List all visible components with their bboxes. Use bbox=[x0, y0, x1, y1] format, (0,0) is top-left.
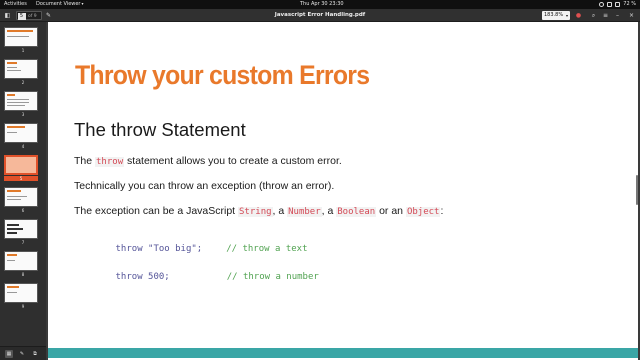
activities-button[interactable]: Activities bbox=[4, 1, 27, 7]
text: , a bbox=[272, 205, 288, 217]
thumbnail-label: 1 bbox=[21, 48, 25, 53]
inline-code: String bbox=[238, 207, 273, 217]
thumbnail-label: 3 bbox=[21, 112, 25, 117]
thumbnail-line bbox=[7, 228, 23, 230]
app-menu-label: Document Viewer bbox=[36, 1, 81, 7]
slide-subtitle: The throw Statement bbox=[74, 119, 246, 140]
text: or an bbox=[376, 205, 406, 217]
thumbnail-line bbox=[7, 105, 25, 106]
text: , a bbox=[321, 205, 337, 217]
system-top-bar: Activities Document Viewer▾ Thu Apr 30 2… bbox=[0, 0, 640, 9]
thumbnail-page-5[interactable] bbox=[4, 155, 38, 175]
inline-code: Boolean bbox=[336, 207, 377, 217]
thumbnail-line bbox=[7, 224, 19, 226]
thumbnail-line bbox=[7, 99, 29, 100]
code-value: "Too big"; bbox=[142, 244, 203, 254]
record-icon[interactable]: ● bbox=[574, 11, 583, 20]
bookmarks-view-icon[interactable]: ⧉ bbox=[31, 350, 39, 358]
text: The bbox=[74, 155, 96, 167]
network-icon bbox=[599, 1, 605, 7]
zoom-selector[interactable]: 183.8% ▾ bbox=[542, 11, 570, 20]
thumbnail-label: 6 bbox=[21, 208, 25, 213]
thumbnail-line bbox=[7, 199, 21, 200]
annotations-view-icon[interactable]: ✎ bbox=[18, 350, 26, 358]
text: : bbox=[440, 205, 444, 217]
thumbnail-label: 2 bbox=[21, 80, 25, 85]
code-line-1: throw "Too big"; // throw a text bbox=[83, 234, 308, 264]
battery-percent: 72 % bbox=[623, 1, 636, 7]
thumbnail-title-bar bbox=[7, 62, 17, 64]
document-view[interactable]: Throw your custom Errors The throw State… bbox=[46, 22, 640, 360]
thumbnail-line bbox=[7, 260, 15, 261]
thumbnail-label: 5 bbox=[4, 176, 38, 181]
thumbnail-line bbox=[7, 67, 17, 68]
thumbnail-title-bar bbox=[7, 126, 25, 128]
thumbnail-line bbox=[7, 36, 29, 37]
thumbnail-label: 7 bbox=[21, 240, 25, 245]
thumbnail-line bbox=[7, 102, 29, 103]
thumbnail-label: 8 bbox=[21, 272, 25, 277]
battery-icon bbox=[615, 1, 621, 7]
inline-code: throw bbox=[95, 157, 125, 167]
code-keyword: throw bbox=[115, 272, 143, 282]
thumbnail-page-1[interactable] bbox=[4, 27, 38, 47]
zoom-value: 183.8% bbox=[544, 12, 564, 18]
thumbnail-page-8[interactable] bbox=[4, 251, 38, 271]
close-icon[interactable]: × bbox=[627, 11, 636, 20]
thumbnail-preview bbox=[6, 157, 36, 173]
thumbnail-page-6[interactable] bbox=[4, 187, 38, 207]
vertical-scrollbar[interactable] bbox=[636, 175, 638, 205]
header-bar: ◧ 5 of 9 ✎ Javascript Error Handling.pdf … bbox=[0, 9, 640, 22]
clock[interactable]: Thu Apr 30 23:30 bbox=[300, 1, 344, 7]
thumbnail-sidebar: 1 2 3 4 5 6 7 8 9 bbox=[0, 22, 46, 346]
code-keyword: throw bbox=[115, 244, 143, 254]
thumbnail-line bbox=[7, 232, 17, 234]
chevron-down-icon: ▾ bbox=[81, 1, 84, 6]
thumbnail-label: 9 bbox=[21, 304, 25, 309]
slide-title: Throw your custom Errors bbox=[75, 60, 370, 90]
chevron-down-icon: ▾ bbox=[565, 13, 568, 18]
thumbnail-title-bar bbox=[7, 286, 19, 288]
slide-footer-band bbox=[48, 348, 638, 358]
thumbnail-page-3[interactable] bbox=[4, 91, 38, 111]
inline-code: Object bbox=[405, 207, 441, 217]
app-menu[interactable]: Document Viewer▾ bbox=[36, 1, 84, 7]
code-comment: // throw a number bbox=[226, 272, 319, 282]
pdf-page: Throw your custom Errors The throw State… bbox=[48, 22, 638, 360]
search-icon[interactable]: ⌕ bbox=[589, 11, 598, 20]
thumbnail-line bbox=[7, 292, 17, 293]
thumbnail-title-bar bbox=[7, 190, 21, 192]
thumbnail-line bbox=[7, 70, 21, 71]
system-tray[interactable]: 72 % bbox=[599, 1, 636, 7]
thumbnails-view-icon[interactable]: ▦ bbox=[5, 350, 13, 358]
thumbnail-title-bar bbox=[7, 254, 17, 256]
thumbnail-label: 4 bbox=[21, 144, 25, 149]
thumbnail-page-2[interactable] bbox=[4, 59, 38, 79]
text: The exception can be a JavaScript bbox=[74, 205, 239, 217]
thumbnail-page-4[interactable] bbox=[4, 123, 38, 143]
minimize-icon[interactable]: – bbox=[613, 11, 622, 20]
thumbnail-title-bar bbox=[7, 94, 15, 96]
thumbnail-page-7[interactable] bbox=[4, 219, 38, 239]
thumbnail-line bbox=[7, 196, 27, 197]
volume-icon bbox=[607, 1, 613, 7]
text: statement allows you to create a custom … bbox=[124, 155, 342, 167]
code-comment: // throw a text bbox=[226, 244, 308, 254]
sidebar-footer: ▦ ✎ ⧉ bbox=[0, 346, 46, 360]
menu-icon[interactable]: ≡ bbox=[601, 11, 610, 20]
inline-code: Number bbox=[287, 207, 322, 217]
thumbnail-page-9[interactable] bbox=[4, 283, 38, 303]
code-line-2: throw 500; // throw a number bbox=[83, 262, 319, 292]
thumbnail-line bbox=[7, 132, 17, 133]
thumbnail-title-bar bbox=[7, 30, 33, 32]
code-value: 500; bbox=[142, 272, 170, 282]
paragraph-3: The exception can be a JavaScript String… bbox=[74, 205, 443, 217]
paragraph-2: Technically you can throw an exception (… bbox=[74, 180, 335, 192]
paragraph-1: The throw statement allows you to create… bbox=[74, 155, 342, 167]
